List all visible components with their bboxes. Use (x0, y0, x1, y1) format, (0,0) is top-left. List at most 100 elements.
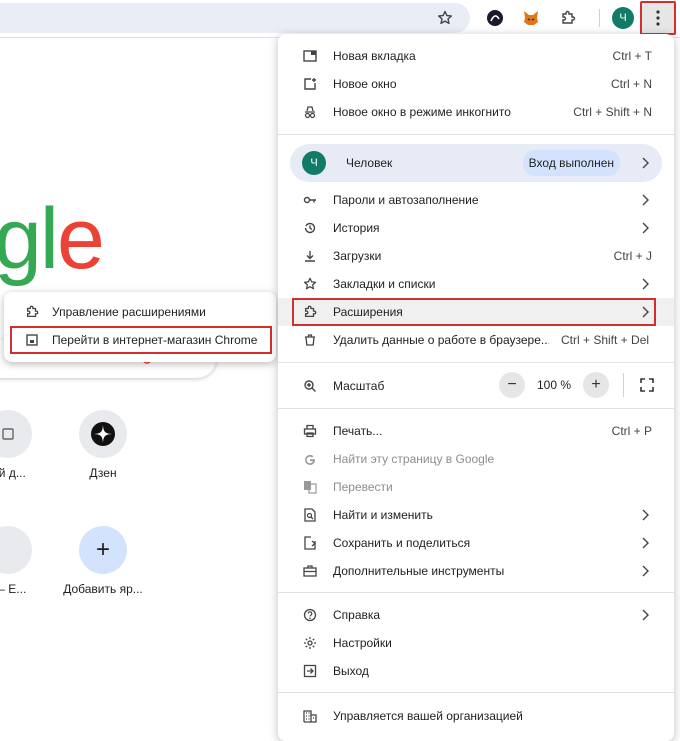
exit-icon (302, 663, 318, 679)
profile-avatar[interactable]: Ч (612, 7, 634, 29)
menu-find-google: Найти эту страницу в Google (278, 445, 674, 473)
menu-label: Закладки и списки (333, 277, 436, 291)
menu-label: Удалить данные о работе в браузере... (333, 333, 549, 347)
signed-in-badge: Вход выполнен (522, 150, 620, 176)
menu-shortcut: Ctrl + T (612, 49, 652, 63)
chevron-right-icon (642, 194, 649, 206)
help-icon (302, 607, 318, 623)
shortcut-label: ый д... (0, 466, 26, 480)
find-page-icon (302, 507, 318, 523)
zoom-separator (623, 373, 624, 397)
chevron-right-icon (642, 565, 649, 577)
menu-bookmarks[interactable]: Закладки и списки (278, 270, 674, 298)
zoom-in-button[interactable]: + (583, 372, 609, 398)
menu-history[interactable]: История (278, 214, 674, 242)
chevron-right-icon (642, 609, 649, 621)
kebab-menu-icon (656, 10, 660, 26)
new-tab-icon (302, 48, 318, 64)
shortcut-label: к – Е... (0, 582, 27, 596)
ntp-shortcut[interactable]: ый д... (0, 410, 58, 480)
zoom-out-button[interactable]: − (499, 372, 525, 398)
extensions-puzzle-icon[interactable] (555, 5, 581, 31)
menu-clear-data[interactable]: Удалить данные о работе в браузере... Ct… (278, 326, 674, 354)
building-icon (302, 708, 318, 724)
web-store-icon (24, 332, 40, 348)
save-share-icon (302, 535, 318, 551)
add-icon: + (79, 526, 127, 574)
menu-find-edit[interactable]: Найти и изменить (278, 501, 674, 529)
chrome-web-store-label: Перейти в интернет-магазин Chrome (52, 333, 258, 347)
menu-label: Управляется вашей организацией (333, 709, 523, 723)
menu-save-share[interactable]: Сохранить и поделиться (278, 529, 674, 557)
chevron-right-icon (642, 222, 649, 234)
profile-name: Человек (346, 156, 393, 170)
menu-passwords[interactable]: Пароли и автозаполнение (278, 186, 674, 214)
new-window-icon (302, 76, 318, 92)
toolbar-separator (599, 9, 600, 27)
chevron-right-icon (642, 157, 649, 169)
menu-separator (278, 134, 674, 135)
address-bar[interactable] (0, 3, 470, 33)
menu-more-tools[interactable]: Дополнительные инструменты (278, 557, 674, 585)
browser-toolbar: Ч (0, 0, 680, 38)
manage-extensions-item[interactable]: Управление расширениями (4, 298, 276, 326)
menu-separator (278, 592, 674, 593)
chrome-web-store-item[interactable]: Перейти в интернет-магазин Chrome (10, 326, 272, 354)
menu-zoom: Масштаб (278, 372, 498, 400)
key-icon (302, 192, 318, 208)
menu-label: Выход (333, 664, 369, 678)
menu-label: Справка (333, 608, 381, 622)
logo-letter: e (56, 191, 105, 287)
ntp-shortcut-dzen[interactable]: Дзен (53, 410, 153, 480)
menu-label: Печать... (333, 424, 383, 438)
menu-label: Найти эту страницу в Google (333, 452, 495, 466)
logo-letter: g (0, 191, 42, 287)
chevron-right-icon (642, 278, 649, 290)
history-icon (302, 220, 318, 236)
shortcut-label: Добавить яр... (63, 582, 143, 596)
menu-separator (278, 362, 674, 363)
menu-label: Новая вкладка (333, 49, 416, 63)
menu-new-tab[interactable]: Новая вкладка Ctrl + T (278, 42, 674, 70)
trash-icon (302, 332, 318, 348)
chevron-right-icon (642, 537, 649, 549)
extensions-submenu: Управление расширениями Перейти в интерн… (4, 292, 276, 362)
download-icon (302, 248, 318, 264)
add-shortcut-button[interactable]: + Добавить яр... (53, 526, 153, 596)
menu-shortcut: Ctrl + Shift + N (573, 105, 652, 119)
shortcut-icon (0, 410, 32, 458)
puzzle-icon (24, 304, 40, 320)
bookmark-star-icon[interactable] (432, 5, 458, 31)
menu-settings[interactable]: Настройки (278, 629, 674, 657)
metamask-fox-icon[interactable] (518, 5, 544, 31)
menu-incognito[interactable]: Новое окно в режиме инкогнито Ctrl + Shi… (278, 98, 674, 126)
chrome-main-menu: Новая вкладка Ctrl + T Новое окно Ctrl +… (278, 34, 674, 741)
menu-label: Новое окно в режиме инкогнито (333, 105, 511, 119)
extension-ai-icon[interactable] (482, 5, 508, 31)
menu-profile-row[interactable]: Ч Человек Вход выполнен (290, 144, 662, 182)
incognito-icon (302, 104, 318, 120)
star-icon (302, 276, 318, 292)
shortcut-icon (0, 526, 32, 574)
menu-separator (278, 408, 674, 409)
menu-managed[interactable]: Управляется вашей организацией (278, 702, 674, 730)
menu-label: Дополнительные инструменты (333, 564, 505, 578)
manage-extensions-label: Управление расширениями (52, 305, 206, 319)
menu-exit[interactable]: Выход (278, 657, 674, 685)
menu-downloads[interactable]: Загрузки Ctrl + J (278, 242, 674, 270)
menu-help[interactable]: Справка (278, 601, 674, 629)
menu-new-window[interactable]: Новое окно Ctrl + N (278, 70, 674, 98)
toolbox-icon (302, 563, 318, 579)
menu-label: Пароли и автозаполнение (333, 193, 479, 207)
menu-separator (278, 692, 674, 693)
chrome-menu-button[interactable] (640, 1, 676, 35)
menu-label: Найти и изменить (333, 508, 433, 522)
menu-print[interactable]: Печать... Ctrl + P (278, 417, 674, 445)
fullscreen-button[interactable] (634, 372, 660, 398)
menu-label: Перевести (333, 480, 393, 494)
shortcut-label: Дзен (89, 466, 117, 480)
ntp-shortcut[interactable]: к – Е... (0, 526, 58, 596)
google-logo: gle (0, 196, 105, 282)
menu-label: Новое окно (333, 77, 397, 91)
menu-shortcut: Ctrl + Shift + Del (561, 333, 650, 347)
